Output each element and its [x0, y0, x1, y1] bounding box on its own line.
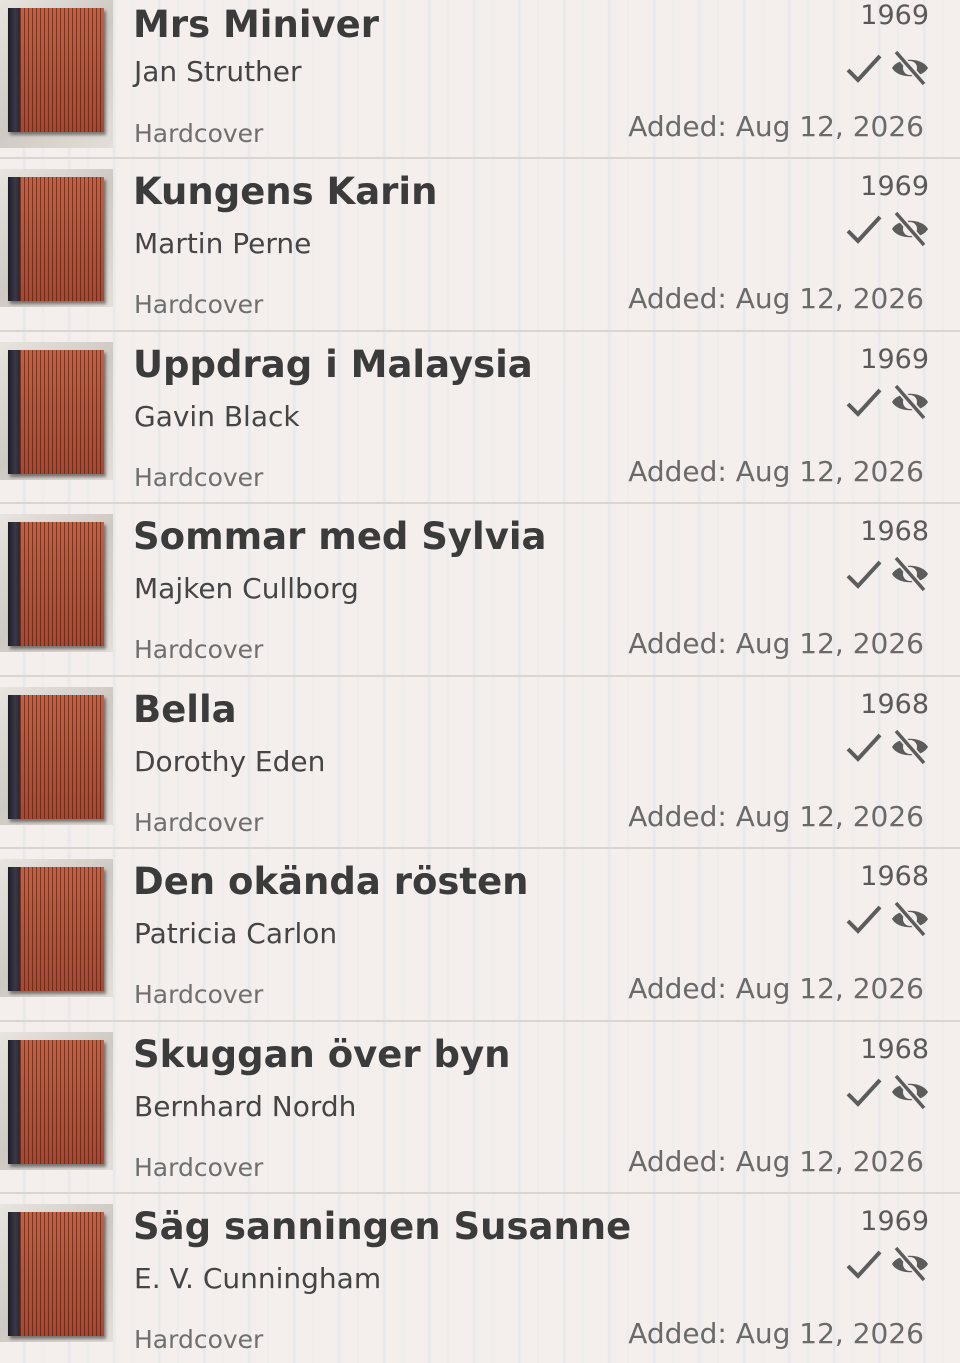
eye-off-icon[interactable] [889, 1245, 931, 1283]
check-icon[interactable] [845, 1076, 883, 1110]
date-added: Added: Aug 12, 2026 [628, 972, 924, 1005]
book-year: 1968 [860, 861, 929, 892]
eye-off-icon[interactable] [889, 1073, 931, 1111]
book-cover-thumbnail [0, 169, 113, 307]
check-icon[interactable] [845, 558, 883, 592]
date-added: Added: Aug 12, 2026 [628, 282, 924, 315]
book-cover-thumbnail [0, 0, 113, 148]
book-format: Hardcover [134, 635, 264, 664]
book-format: Hardcover [134, 119, 264, 148]
check-icon[interactable] [845, 52, 883, 86]
book-title: Skuggan över byn [133, 1032, 511, 1076]
book-format: Hardcover [134, 980, 264, 1009]
date-added: Added: Aug 12, 2026 [628, 799, 924, 833]
book-year: 1969 [860, 171, 929, 202]
book-row[interactable]: Sommar med Sylvia Majken Cullborg Hardco… [0, 504, 960, 677]
check-icon[interactable] [845, 903, 883, 937]
date-added: Added: Aug 12, 2026 [628, 1317, 924, 1350]
book-year: 1968 [860, 688, 929, 720]
eye-off-icon[interactable] [889, 49, 931, 87]
book-author: Patricia Carlon [134, 917, 338, 950]
book-year: 1968 [860, 1033, 929, 1065]
book-row[interactable]: Kungens Karin Martin Perne Hardcover 196… [0, 159, 960, 332]
book-title: Mrs Miniver [133, 3, 379, 46]
book-cover-thumbnail [0, 859, 113, 997]
book-year: 1969 [860, 0, 929, 31]
book-format: Hardcover [134, 1325, 264, 1354]
book-title: Kungens Karin [133, 170, 438, 213]
book-list: Mrs Miniver Jan Struther Hardcover 1969 … [0, 0, 960, 1363]
book-format: Hardcover [134, 290, 264, 319]
book-author: Gavin Black [134, 399, 300, 433]
eye-off-icon[interactable] [889, 383, 931, 421]
book-format: Hardcover [134, 462, 264, 492]
date-added: Added: Aug 12, 2026 [628, 1144, 924, 1178]
book-cover-thumbnail [0, 514, 113, 652]
book-row[interactable]: Skuggan över byn Bernhard Nordh Hardcove… [0, 1022, 960, 1194]
book-row[interactable]: Mrs Miniver Jan Struther Hardcover 1969 … [0, 0, 960, 159]
book-year: 1969 [860, 343, 929, 375]
book-title: Säg sanningen Susanne [133, 1205, 632, 1248]
date-added: Added: Aug 12, 2026 [628, 110, 924, 143]
book-format: Hardcover [134, 1152, 264, 1182]
book-author: Martin Perne [134, 227, 312, 260]
check-icon[interactable] [845, 386, 883, 420]
book-year: 1968 [860, 516, 929, 547]
date-added: Added: Aug 12, 2026 [628, 454, 924, 488]
book-title: Uppdrag i Malaysia [133, 342, 533, 386]
book-author: Jan Struther [134, 55, 302, 88]
eye-off-icon[interactable] [889, 900, 931, 938]
book-row[interactable]: Bella Dorothy Eden Hardcover 1968 Added:… [0, 677, 960, 849]
eye-off-icon[interactable] [889, 210, 931, 248]
book-author: Bernhard Nordh [134, 1089, 357, 1123]
check-icon[interactable] [845, 1248, 883, 1282]
book-title: Sommar med Sylvia [133, 515, 547, 558]
eye-off-icon[interactable] [889, 728, 931, 766]
book-cover-thumbnail [0, 1204, 113, 1342]
book-cover-thumbnail [0, 341, 113, 480]
book-title: Bella [133, 687, 237, 731]
book-year: 1969 [860, 1206, 929, 1237]
eye-off-icon[interactable] [889, 555, 931, 593]
book-row[interactable]: Uppdrag i Malaysia Gavin Black Hardcover… [0, 332, 960, 504]
book-author: E. V. Cunningham [134, 1262, 382, 1295]
check-icon[interactable] [845, 213, 883, 247]
check-icon[interactable] [845, 731, 883, 765]
book-author: Dorothy Eden [134, 744, 326, 778]
book-title: Den okända rösten [133, 860, 529, 903]
book-format: Hardcover [134, 807, 264, 837]
book-row[interactable]: Den okända rösten Patricia Carlon Hardco… [0, 849, 960, 1022]
book-author: Majken Cullborg [134, 572, 359, 605]
book-row[interactable]: Säg sanningen Susanne E. V. Cunningham H… [0, 1194, 960, 1363]
book-cover-thumbnail [0, 686, 113, 825]
book-cover-thumbnail [0, 1031, 113, 1170]
date-added: Added: Aug 12, 2026 [628, 627, 924, 660]
